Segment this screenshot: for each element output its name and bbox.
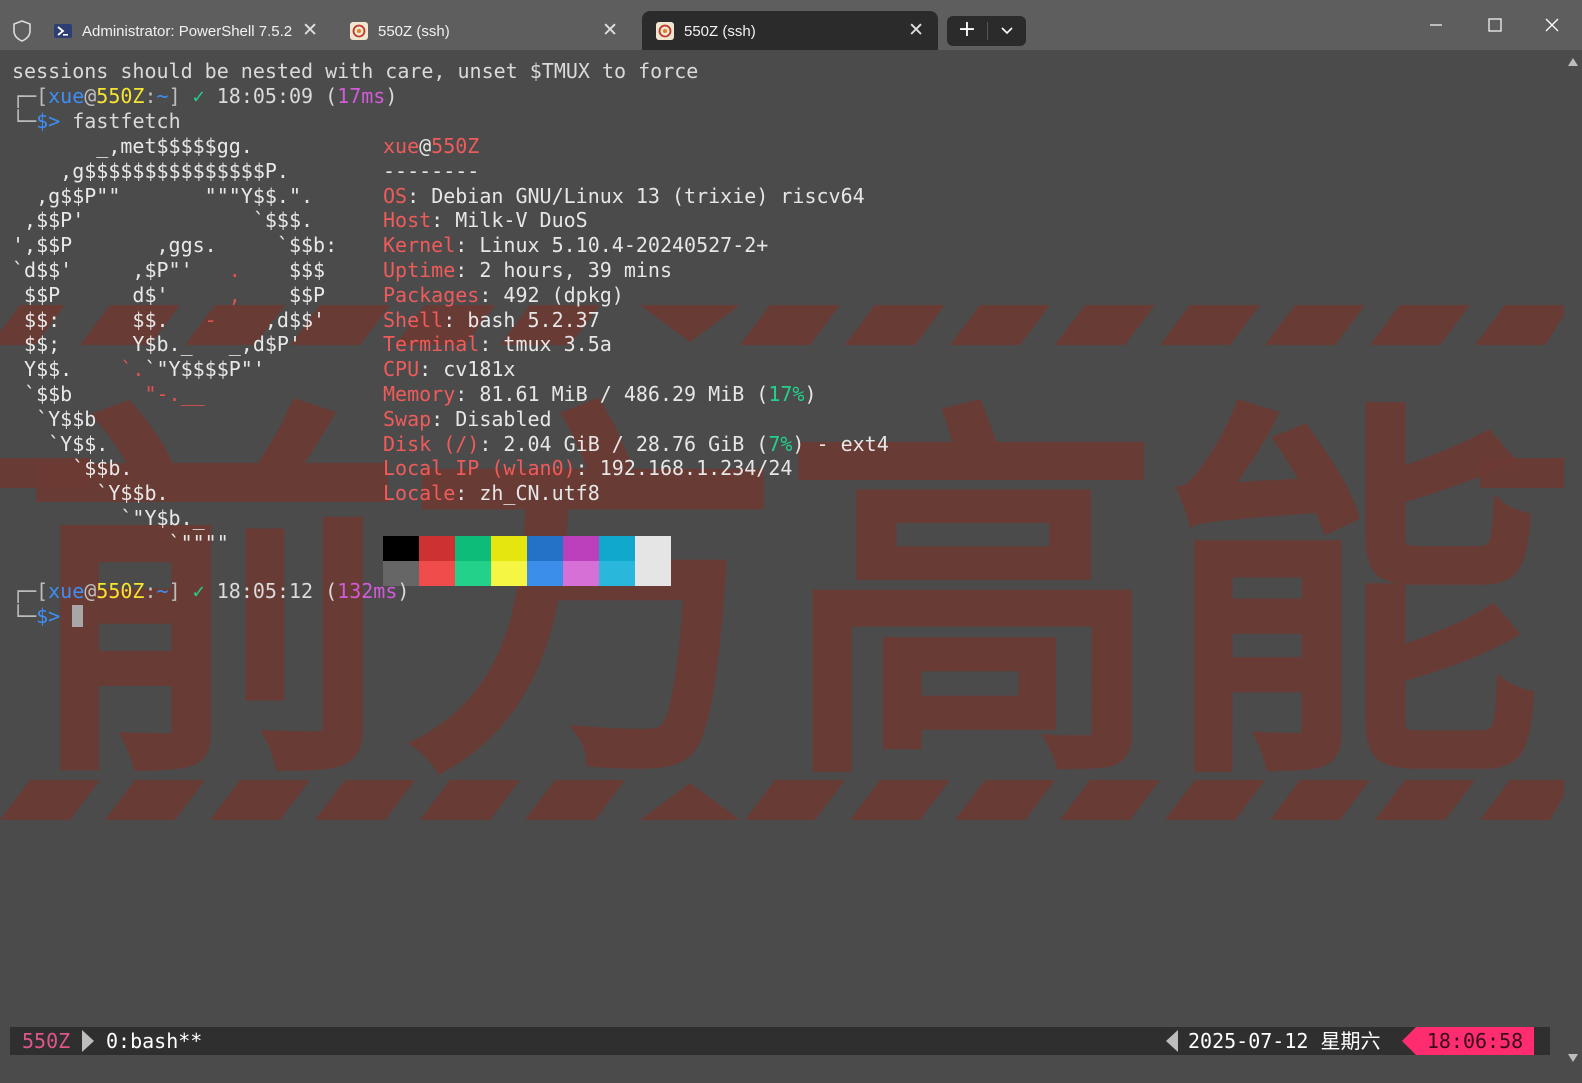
palette-swatch [599, 536, 635, 561]
chevron-down-icon[interactable] [988, 16, 1026, 46]
info-row-os: OS: Debian GNU/Linux 13 (trixie) riscv64 [383, 183, 865, 208]
close-icon[interactable]: ✕ [302, 19, 318, 42]
tmux-warning-line: sessions should be nested with care, uns… [12, 59, 699, 83]
tmux-clock: 18:06:58 [1416, 1027, 1534, 1055]
info-row-shell: Shell: bash 5.2.37 [383, 307, 600, 332]
palette-swatch [563, 561, 599, 586]
info-row-cpu: CPU: cv181x [383, 357, 516, 382]
palette-swatch [419, 536, 455, 561]
tab-label: 550Z (ssh) [378, 23, 450, 40]
text-cursor [72, 605, 84, 627]
info-row-kernel: Kernel: Linux 5.10.4-20240527-2+ [383, 233, 769, 258]
powerline-right-arrow-icon [82, 1030, 94, 1052]
tmux-status-bar: 550Z 0:bash** 2025-07-12 星期六 18:06:58 [10, 1027, 1550, 1055]
palette-swatch [563, 536, 599, 561]
tab-ssh-2-active[interactable]: 550Z (ssh) ✕ [642, 11, 938, 50]
debian-ascii-logo: _,met$$$$$gg. ,g$$$$$$$$$$$$$$$P. ,g$$P"… [12, 134, 338, 555]
palette-swatch [527, 561, 563, 586]
new-tab-button[interactable]: + [947, 16, 987, 46]
tab-powershell[interactable]: Administrator: PowerShell 7.5.2 ✕ [40, 11, 332, 50]
prompt-user: xue [48, 579, 85, 603]
prompt-cwd: ~ [156, 84, 169, 108]
prompt-symbol: $> [36, 604, 61, 628]
success-check-icon: ✓ [192, 84, 205, 108]
prompt-time: 18:05:09 [216, 84, 314, 108]
success-check-icon: ✓ [192, 579, 205, 603]
prompt-duration: 17ms [337, 84, 386, 108]
info-row-terminal: Terminal: tmux 3.5a [383, 332, 612, 357]
palette-swatch [635, 561, 671, 586]
close-icon[interactable]: ✕ [602, 19, 618, 42]
fastfetch-separator: -------- [383, 158, 480, 183]
info-row-disk: Disk (/): 2.04 GiB / 28.76 GiB (7%) - ex… [383, 431, 889, 456]
info-row-packages: Packages: 492 (dpkg) [383, 282, 624, 307]
ssh-profile-icon [656, 22, 674, 40]
prompt-duration: 132ms [337, 579, 398, 603]
info-row-uptime: Uptime: 2 hours, 39 mins [383, 258, 672, 282]
powershell-icon [54, 24, 72, 38]
tab-ssh-1[interactable]: 550Z (ssh) ✕ [336, 11, 632, 50]
prompt-cwd: ~ [156, 579, 169, 603]
command-line: └─$> fastfetch [12, 109, 181, 133]
palette-swatch [635, 536, 671, 561]
prompt-line: ┌─[xue@550Z:~] ✓ 18:05:09 (17ms) [12, 84, 398, 108]
palette-swatch [491, 561, 527, 586]
close-window-button[interactable] [1530, 10, 1574, 40]
command-text: fastfetch [72, 109, 181, 133]
powerline-left-arrow-icon [1166, 1030, 1178, 1052]
scroll-down-icon[interactable] [1568, 1054, 1578, 1062]
scroll-up-icon[interactable] [1568, 58, 1578, 66]
info-row-local-ip: Local IP (wlan0): 192.168.1.234/24 [383, 456, 793, 481]
info-row-memory: Memory: 81.61 MiB / 486.29 MiB (17%) [383, 382, 817, 406]
info-row-swap: Swap: Disabled [383, 406, 552, 431]
close-icon[interactable]: ✕ [908, 19, 924, 42]
title-bar: Administrator: PowerShell 7.5.2 ✕ 550Z (… [0, 0, 1582, 50]
tmux-session-name: 550Z [22, 1029, 71, 1053]
powerline-left-arrow-icon [1402, 1027, 1416, 1055]
palette-swatch [455, 561, 491, 586]
maximize-button[interactable] [1473, 10, 1517, 40]
palette-swatch [383, 536, 419, 561]
minimize-button[interactable] [1414, 10, 1458, 40]
prompt-host: 550Z [96, 84, 145, 108]
palette-swatch [527, 536, 563, 561]
tmux-date: 2025-07-12 星期六 [1188, 1029, 1381, 1053]
tab-label: 550Z (ssh) [684, 23, 756, 40]
admin-shield-icon [13, 20, 31, 42]
palette-swatch [599, 561, 635, 586]
tmux-window-label[interactable]: 0:bash** [106, 1027, 202, 1055]
terminal-pane[interactable]: 前方高能 sessions should be nested with care… [0, 50, 1564, 1083]
palette-swatch [491, 536, 527, 561]
ssh-profile-icon [350, 22, 368, 40]
info-row-host: Host: Milk-V DuoS [383, 208, 588, 233]
scrollbar[interactable] [1564, 50, 1582, 1083]
prompt-time: 18:05:12 [216, 579, 314, 603]
new-tab-group: + [947, 16, 1026, 46]
palette-swatch [419, 561, 455, 586]
prompt-host: 550Z [96, 579, 145, 603]
palette-swatch [455, 536, 491, 561]
fastfetch-title: xue@550Z [383, 134, 480, 158]
prompt-symbol: $> [36, 109, 61, 133]
input-line[interactable]: └─$> [12, 604, 84, 629]
tab-label: Administrator: PowerShell 7.5.2 [82, 23, 293, 40]
prompt-user: xue [48, 84, 85, 108]
terminal-window: Administrator: PowerShell 7.5.2 ✕ 550Z (… [0, 0, 1582, 1083]
prompt-line: ┌─[xue@550Z:~] ✓ 18:05:12 (132ms) [12, 579, 410, 603]
info-row-locale: Locale: zh_CN.utf8 [383, 481, 600, 506]
